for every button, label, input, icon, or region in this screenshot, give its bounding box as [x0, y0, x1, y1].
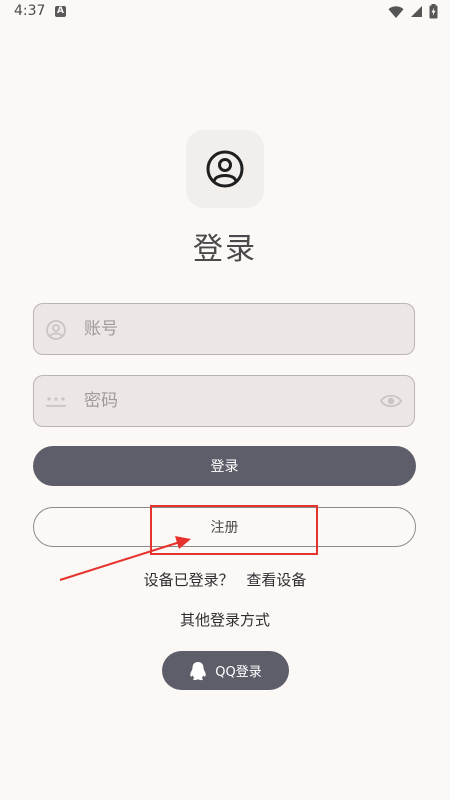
password-dots-icon: [46, 397, 66, 407]
qq-penguin-icon: [190, 661, 207, 680]
app-avatar-tile: [186, 130, 264, 208]
status-time: 4:37: [14, 3, 46, 19]
qq-login-label: QQ登录: [215, 665, 262, 680]
eye-visibility-icon[interactable]: [380, 392, 402, 410]
register-button[interactable]: 注册: [33, 507, 416, 547]
password-field[interactable]: [33, 375, 415, 427]
view-devices-link[interactable]: 查看设备: [246, 571, 306, 589]
password-input[interactable]: [84, 376, 364, 425]
device-login-row: 设备已登录？ 查看设备: [0, 569, 450, 590]
status-bar: 4:37 A: [0, 0, 450, 26]
login-button[interactable]: 登录: [33, 446, 416, 486]
status-icons: [388, 4, 438, 19]
other-login-methods-title: 其他登录方式: [179, 611, 270, 629]
qq-login-button[interactable]: QQ登录: [162, 651, 289, 690]
device-logged-in-text: 设备已登录？: [143, 571, 234, 589]
notification-badge: A: [55, 6, 66, 17]
signal-icon: [411, 6, 422, 17]
battery-charging-icon: [429, 4, 438, 19]
account-circle-icon: [46, 320, 66, 340]
account-input[interactable]: [84, 304, 364, 353]
wifi-icon: [388, 5, 404, 18]
account-field[interactable]: [33, 303, 415, 355]
page-title: 登录: [193, 232, 257, 267]
user-account-icon: [206, 150, 244, 188]
